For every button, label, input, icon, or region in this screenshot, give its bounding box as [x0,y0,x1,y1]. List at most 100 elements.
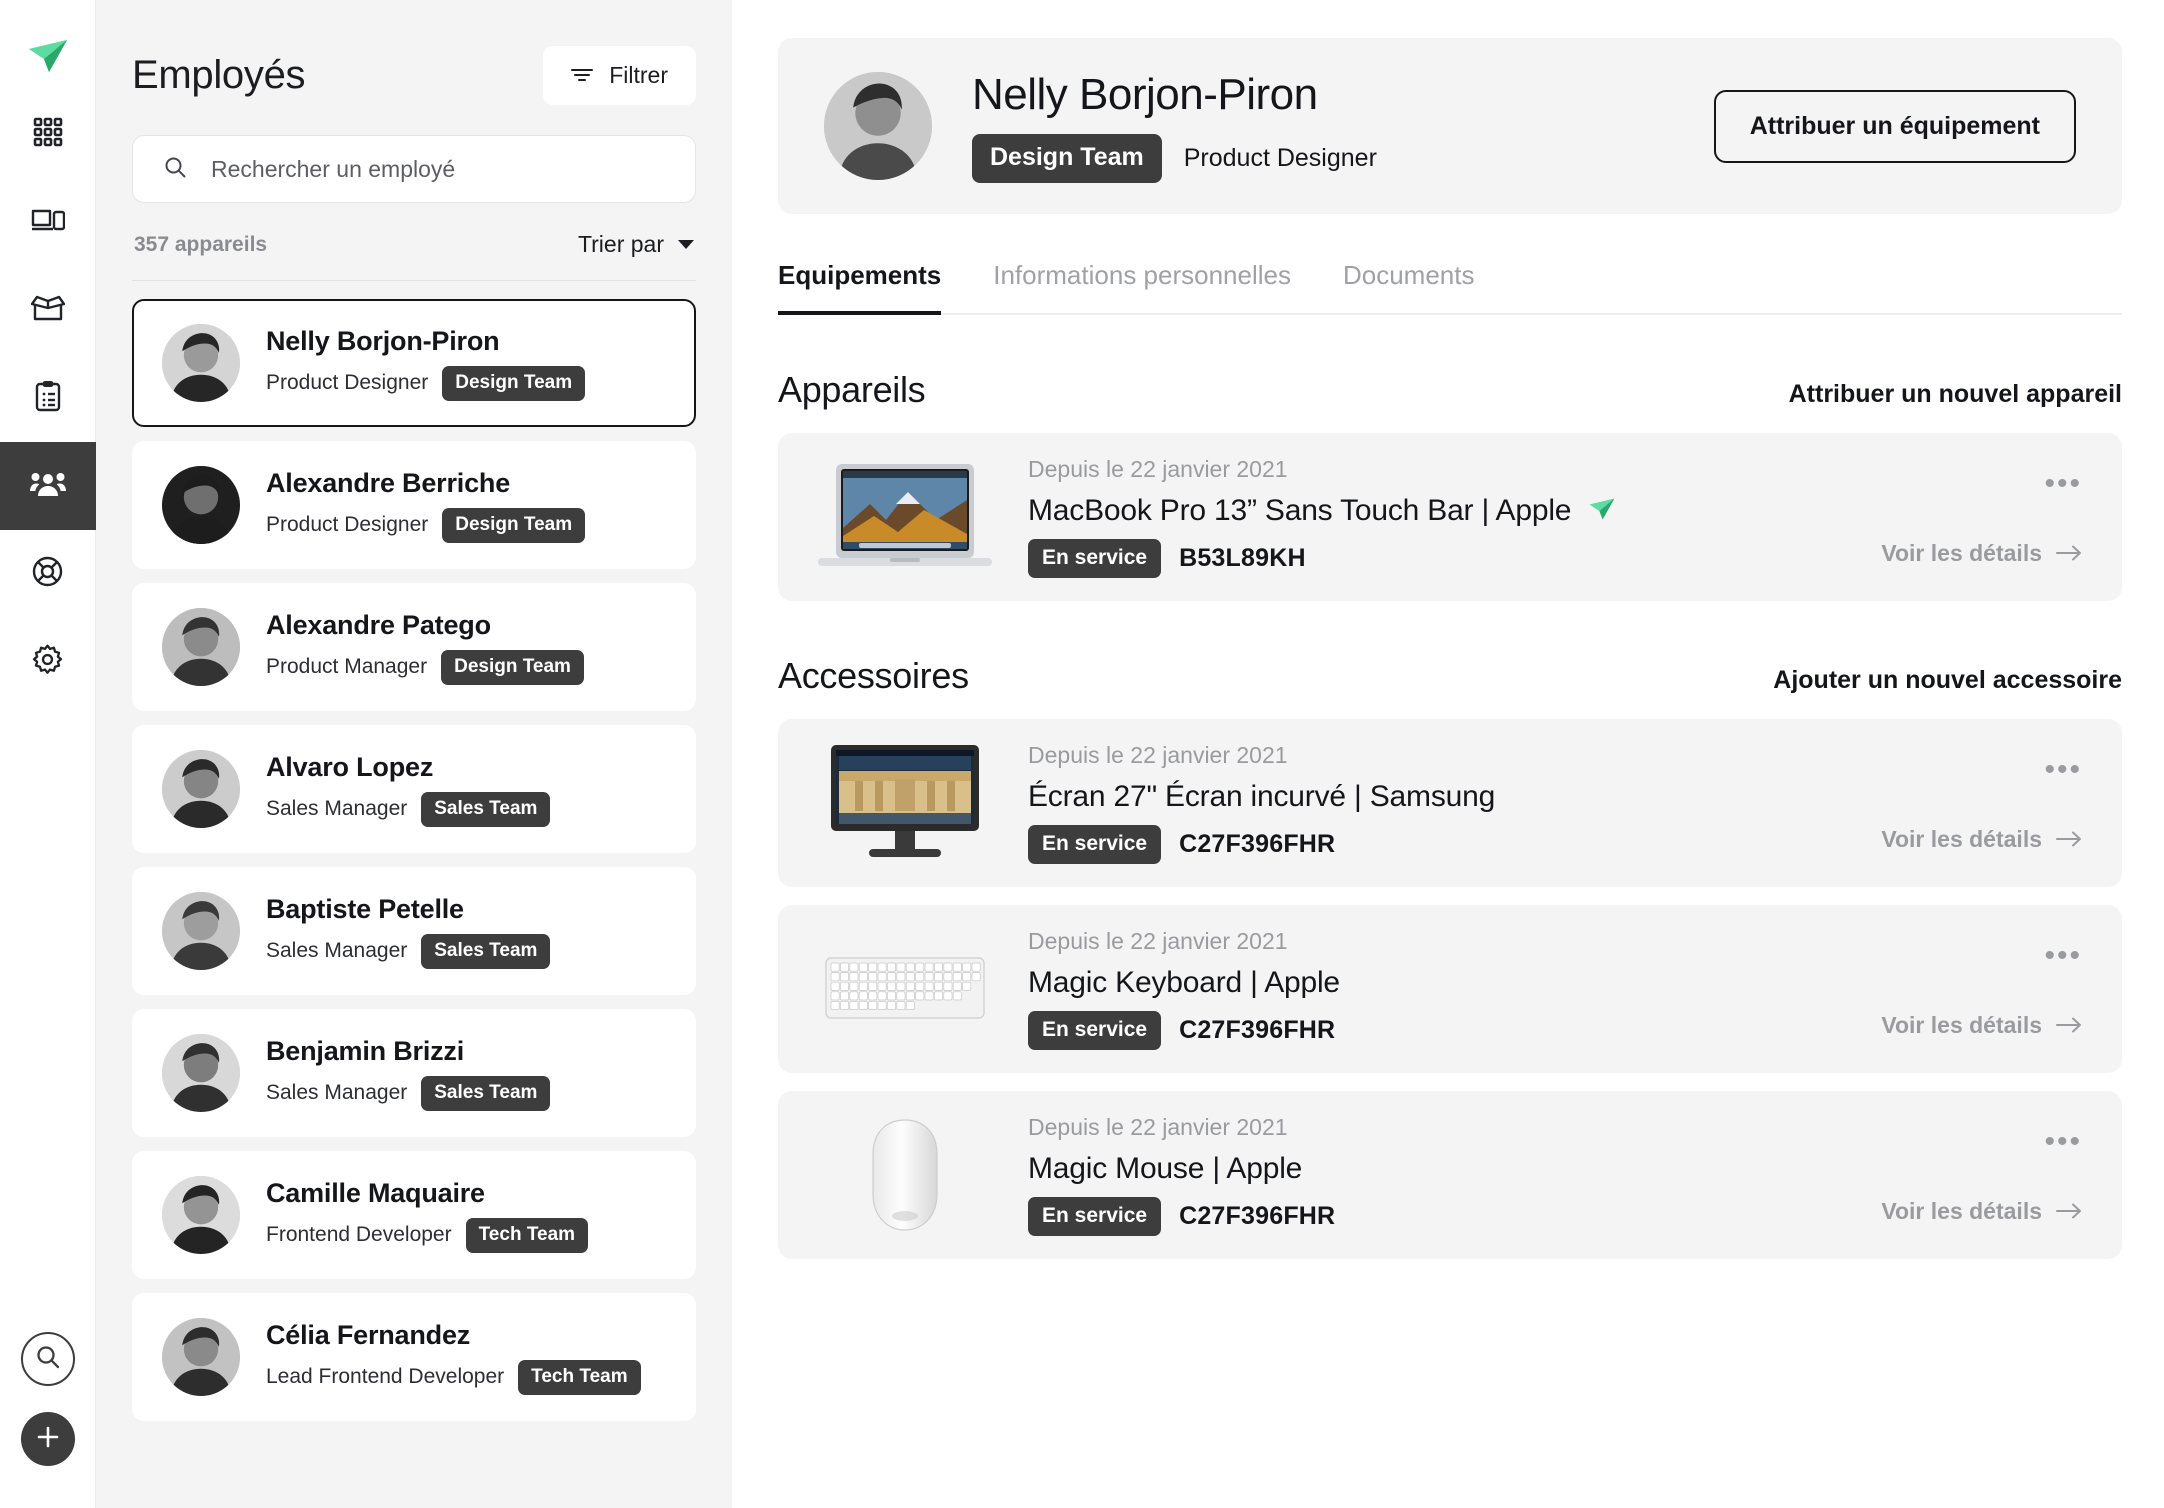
employee-info: Nelly Borjon-Piron Product Designer Design… [266,326,586,401]
lifebuoy-icon [32,556,63,592]
sidebar-item-employees[interactable] [0,442,96,530]
clipboard-icon [34,380,62,417]
list-meta-row: 357 appareils Trier par [132,203,696,281]
employee-name: Baptiste Petelle [266,893,464,924]
employee-subtitle: Product Manager Design Team [266,649,584,685]
status-badge: En service [1028,539,1162,578]
employee-list-item[interactable]: Célia Fernandez Lead Frontend Developer Te… [132,1293,696,1421]
employee-role: Product Designer [266,513,429,536]
employee-subtitle: Sales Manager Sales Team [266,933,551,969]
asset-assigned-date: Depuis le 22 janvier 2021 [1028,742,1288,768]
view-details-link[interactable]: Voir les détails [1881,826,2082,853]
employee-list-item[interactable]: Baptiste Petelle Sales Manager Sales Team [132,867,696,995]
asset-title: Magic Keyboard | Apple [1028,966,1340,999]
avatar [162,324,240,402]
equipment-sections: Appareils Attribuer un nouvel appareil Dep… [778,369,2122,1259]
employee-list-item[interactable]: Alexandre Berriche Product Designer Design… [132,441,696,569]
employee-list-item[interactable]: Camille Maquaire Frontend Developer Tech T… [132,1151,696,1279]
sort-by-label: Trier par [577,231,664,257]
asset-tag-row: En service C27F396FHR [1028,1011,1340,1050]
tab-documents[interactable]: Documents [1343,260,1475,313]
asset-title-row: MacBook Pro 13” Sans Touch Bar | Apple [1028,494,1615,528]
profile-subtitle: Design Team Product Designer [972,133,1377,183]
profile-name: Nelly Borjon-Piron [972,69,1318,119]
ellipsis-icon[interactable]: ••• [2044,469,2082,499]
open-box-icon [30,294,65,327]
create-new-button[interactable] [20,1412,75,1466]
profile-role: Product Designer [1183,143,1377,172]
section-title: Accessoires [778,655,969,696]
asset-title-row: Magic Mouse | Apple [1028,1152,1335,1186]
filter-button-label: Filtrer [609,62,668,88]
employee-team-chip: Tech Team [465,1217,589,1253]
section-action-link[interactable]: Ajouter un nouvel accessoire [1773,666,2122,695]
employee-list-item[interactable]: Nelly Borjon-Piron Product Designer Design… [132,299,696,427]
employee-info: Camille Maquaire Frontend Developer Tech T… [266,1178,589,1253]
employees-panel: Employés Filtrer 357 appareils T [96,0,732,1508]
sidebar-item-support[interactable] [0,530,96,618]
ellipsis-icon[interactable]: ••• [2044,755,2082,785]
global-search-button[interactable] [20,1332,75,1386]
section-action-link[interactable]: Attribuer un nouvel appareil [1789,380,2122,409]
asset-card[interactable]: Depuis le 22 janvier 2021 Magic Mouse | A… [778,1091,2122,1259]
tab-informations[interactable]: Informations personnelles [993,260,1291,313]
gear-icon [32,644,63,680]
assign-equipment-button[interactable]: Attribuer un équipement [1713,89,2076,163]
sort-by-dropdown[interactable]: Trier par [578,231,694,258]
page-title: Employés [132,53,306,97]
asset-title-row: Écran 27" Écran incurvé | Samsung [1028,780,1495,814]
asset-assigned-date: Depuis le 22 janvier 2021 [1028,928,1288,954]
sidebar-item-apps[interactable] [0,90,96,178]
asset-card[interactable]: Depuis le 22 janvier 2021 MacBook Pro 13”… [778,433,2122,601]
asset-tag-row: En service B53L89KH [1028,539,1615,578]
avatar [162,466,240,544]
asset-card[interactable]: Depuis le 22 janvier 2021 Magic Keyboard … [778,905,2122,1073]
search-input[interactable] [211,155,665,183]
tab-equipements[interactable]: Equipements [778,260,942,315]
asset-body: Depuis le 22 janvier 2021 Magic Keyboard … [1028,928,1340,1050]
sidebar-item-inventory[interactable] [0,266,96,354]
view-details-link[interactable]: Voir les détails [1881,540,2082,567]
primary-nav-rail [0,0,96,1508]
employee-info: Baptiste Petelle Sales Manager Sales Team [266,893,551,969]
view-details-link[interactable]: Voir les détails [1881,1198,2082,1225]
search-box[interactable] [132,135,696,203]
employee-role: Frontend Developer [266,1223,452,1246]
employee-info: Alexandre Berriche Product Designer Design… [266,467,586,543]
employee-name: Alvaro Lopez [266,751,434,782]
employee-list-item[interactable]: Alexandre Patego Product Manager Design Te… [132,583,696,711]
filter-button[interactable]: Filtrer [543,46,696,105]
asset-card[interactable]: Depuis le 22 janvier 2021 Écran 27" Écran… [778,719,2122,887]
app-logo[interactable] [0,22,96,90]
employee-list: Nelly Borjon-Piron Product Designer Design… [132,299,696,1421]
profile-texts: Nelly Borjon-Piron Design Team Product D… [972,70,1377,183]
employee-name: Célia Fernandez [266,1319,471,1350]
asset-title: MacBook Pro 13” Sans Touch Bar | Apple [1028,494,1572,527]
ellipsis-icon[interactable]: ••• [2044,941,2082,971]
view-details-label: Voir les détails [1881,540,2042,566]
asset-assigned-date: Depuis le 22 janvier 2021 [1028,456,1288,482]
asset-thumbnail [812,1112,998,1238]
employee-list-item[interactable]: Alvaro Lopez Sales Manager Sales Team [132,725,696,853]
employee-name: Alexandre Berriche [266,467,511,498]
employee-info: Alvaro Lopez Sales Manager Sales Team [266,751,551,827]
employee-subtitle: Product Designer Design Team [266,507,586,543]
employee-role: Product Manager [266,655,428,678]
ellipsis-icon[interactable]: ••• [2044,1127,2082,1157]
sidebar-item-devices[interactable] [0,178,96,266]
sidebar-item-requests[interactable] [0,354,96,442]
view-details-link[interactable]: Voir les détails [1881,1012,2082,1039]
sidebar-item-settings[interactable] [0,618,96,706]
arrow-right-icon [2056,1012,2082,1039]
asset-assigned-date: Depuis le 22 janvier 2021 [1028,1114,1288,1140]
asset-body: Depuis le 22 janvier 2021 Magic Mouse | A… [1028,1114,1335,1236]
employee-subtitle: Lead Frontend Developer Tech Team [266,1359,641,1395]
asset-body: Depuis le 22 janvier 2021 MacBook Pro 13”… [1028,456,1615,578]
employee-info: Alexandre Patego Product Manager Design Te… [266,610,584,685]
arrow-right-icon [2056,826,2082,853]
employee-list-item[interactable]: Benjamin Brizzi Sales Manager Sales Team [132,1009,696,1137]
asset-serial-number: C27F396FHR [1179,1202,1336,1230]
asset-serial-number: B53L89KH [1179,544,1306,572]
status-badge: En service [1028,825,1162,864]
employee-subtitle: Product Designer Design Team [266,365,586,401]
